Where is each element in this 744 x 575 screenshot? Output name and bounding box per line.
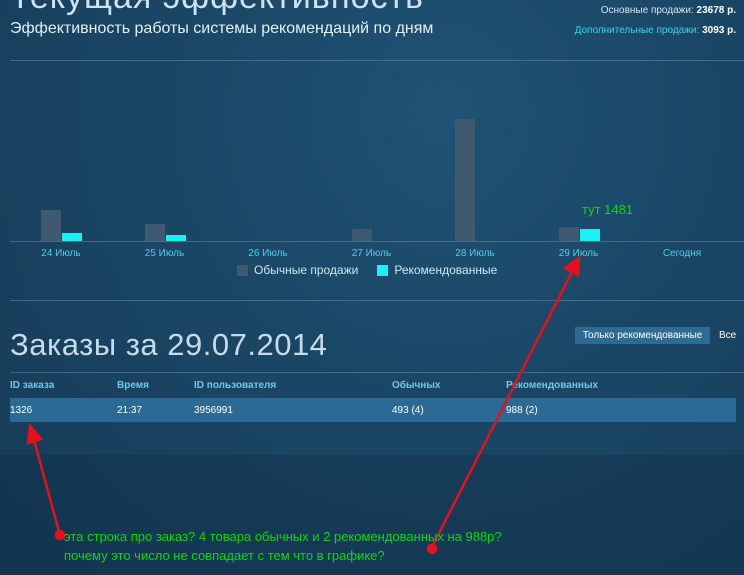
comment-line-2: почему это число не совпадает с тем что …: [64, 548, 385, 563]
arrow-to-row-head: [26, 422, 44, 445]
comment-line-1: эта строка про заказ? 4 товара обычных и…: [64, 529, 502, 544]
arrow-dot-start-left: [54, 529, 66, 541]
annotation-comment: эта строка про заказ? 4 товара обычных и…: [64, 527, 502, 565]
arrow-to-chart-head: [562, 255, 581, 278]
annotation-arrows: [26, 255, 581, 555]
arrow-to-row-line: [32, 438, 62, 537]
arrow-to-chart-line: [430, 270, 574, 549]
